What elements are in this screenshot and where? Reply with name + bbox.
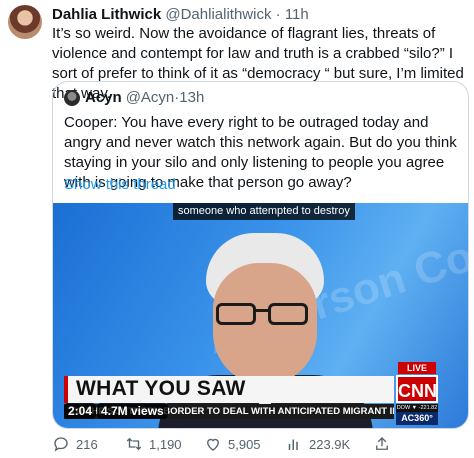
reply-button[interactable]: 216 — [52, 435, 98, 453]
video-caption: someone who attempted to destroy — [173, 203, 355, 220]
tweet-timestamp[interactable]: 11h — [285, 6, 309, 23]
quoted-author-avatar — [64, 90, 80, 106]
glasses-bridge — [255, 309, 269, 312]
quoted-tweet-header: Acyn @Acyn · 13h — [64, 88, 204, 108]
reply-count: 216 — [76, 436, 98, 452]
show-logo: AC360° — [396, 412, 438, 425]
video-player[interactable]: Anderson Co someone who attempted to des… — [53, 203, 468, 428]
author-handle[interactable]: @Dahlialithwick — [165, 6, 271, 23]
retweet-count: 1,190 — [149, 436, 182, 452]
reply-icon — [54, 437, 68, 452]
analytics-icon — [288, 439, 298, 450]
retweet-button[interactable]: 1,190 — [125, 435, 182, 453]
heart-icon — [207, 438, 219, 451]
show-thread-link[interactable]: Show this thread — [64, 175, 176, 195]
quoted-tweet-card[interactable]: Acyn @Acyn · 13h Cooper: You have every … — [52, 81, 469, 429]
like-button[interactable]: 5,905 — [204, 435, 261, 453]
author-name[interactable]: Dahlia Lithwick — [52, 6, 161, 23]
news-chyron: WHAT YOU SAW — [64, 376, 394, 403]
tweet-header: Dahlia Lithwick @Dahlialithwick · 11h — [52, 5, 309, 25]
glasses-left-lens — [216, 303, 256, 325]
dow-ticker: DOW ▼ -221.82 — [396, 404, 438, 412]
author-avatar[interactable] — [8, 5, 42, 39]
video-views: 4.7M views — [97, 403, 168, 419]
live-badge: LIVE — [398, 362, 436, 374]
cnn-logo: CNN — [396, 375, 438, 403]
tweet-actions: 216 1,190 5,905 223.9K — [52, 433, 462, 455]
separator-dot: · — [275, 6, 281, 23]
chyron-text: WHAT YOU SAW — [76, 377, 246, 400]
view-count: 223.9K — [309, 436, 351, 452]
like-count: 5,905 — [228, 436, 261, 452]
quoted-author-name: Acyn — [85, 89, 122, 106]
quoted-author-handle: @Acyn — [125, 89, 175, 106]
views-button[interactable]: 223.9K — [285, 435, 350, 453]
retweet-icon — [126, 437, 142, 451]
share-icon — [376, 437, 388, 450]
video-duration: 2:04 — [64, 403, 97, 419]
share-button[interactable] — [373, 435, 397, 453]
quoted-tweet-timestamp: 13h — [179, 89, 205, 106]
glasses-right-lens — [268, 303, 308, 325]
